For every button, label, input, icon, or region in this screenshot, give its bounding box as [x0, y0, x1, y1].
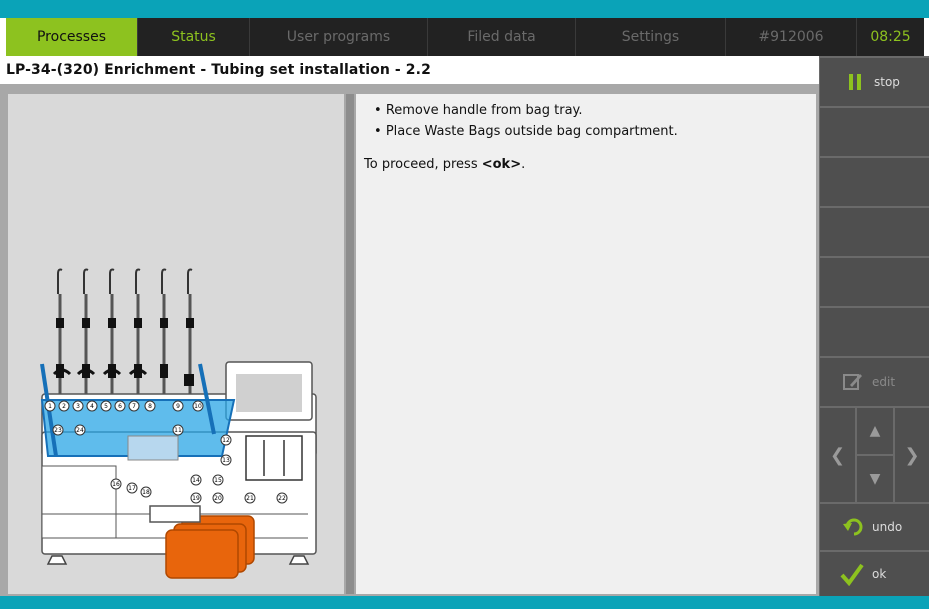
undo-icon	[843, 518, 863, 536]
bottom-accent-bar	[0, 596, 929, 609]
pole-shafts	[58, 294, 192, 394]
port-label: 9	[176, 403, 180, 410]
edit-button[interactable]: edit	[820, 358, 929, 406]
waste-bags	[165, 515, 255, 579]
page-header: LP-34-(320) Enrichment - Tubing set inst…	[0, 56, 819, 84]
tab-settings[interactable]: Settings	[576, 18, 726, 56]
port-label: 5	[104, 403, 108, 410]
tab-user-programs[interactable]: User programs	[250, 18, 428, 56]
tab-status[interactable]: Status	[138, 18, 250, 56]
instruction-text: • Remove handle from bag tray. • Place W…	[364, 100, 804, 175]
left-arrow-button[interactable]: ❮	[820, 408, 855, 502]
header-divider	[0, 84, 819, 94]
port-label: 4	[90, 403, 94, 410]
port-label: 23	[54, 427, 62, 434]
pane-divider	[346, 94, 354, 594]
instruction-pane: • Remove handle from bag tray. • Place W…	[356, 94, 816, 594]
instrument-display-screen	[236, 374, 302, 412]
tab-filed-data[interactable]: Filed data	[428, 18, 576, 56]
sidebar-empty-slot-3	[820, 208, 929, 256]
port-label: 6	[118, 403, 122, 410]
undo-button[interactable]: undo	[820, 504, 929, 550]
sidebar-empty-slot-5	[820, 308, 929, 356]
instruction-item: • Place Waste Bags outside bag compartme…	[374, 124, 678, 139]
bag-handle	[149, 505, 201, 523]
page-title: LP-34-(320) Enrichment - Tubing set inst…	[6, 62, 431, 78]
port-label: 1	[48, 403, 52, 410]
instruction-item: • Remove handle from bag tray.	[374, 103, 583, 118]
port-label: 12	[222, 437, 230, 444]
port-label: 24	[76, 427, 84, 434]
port-label: 10	[194, 403, 202, 410]
chevron-left-icon: ❮	[829, 444, 846, 466]
port-label: 16	[112, 481, 120, 488]
port-label: 19	[192, 495, 200, 502]
port-label: 13	[222, 457, 230, 464]
chevron-right-icon: ❯	[904, 444, 920, 466]
port-label: 8	[148, 403, 152, 410]
down-arrow-button[interactable]: ▼	[857, 456, 893, 502]
ok-button[interactable]: ok	[820, 552, 929, 596]
hanger-poles	[57, 268, 193, 294]
proceed-hint: To proceed, press <ok>.	[364, 157, 526, 172]
chevron-down-icon: ▼	[869, 471, 881, 487]
edit-icon	[843, 374, 862, 390]
port-label: 2	[62, 403, 66, 410]
sidebar-empty-slot-4	[820, 258, 929, 306]
top-accent-bar	[0, 0, 929, 18]
port-label: 15	[214, 477, 222, 484]
port-label: 18	[142, 489, 150, 496]
sidebar-empty-slot-2	[820, 158, 929, 206]
up-arrow-button[interactable]: ▲	[857, 408, 893, 454]
port-label: 11	[174, 427, 182, 434]
instrument-illustration-pane: 1 2 3 4 5 6 7 8 9 10 11 12 13 14 15 16 17 18 19 20 21 22 23 24	[8, 94, 344, 594]
tab-processes[interactable]: Processes	[6, 18, 138, 56]
right-arrow-button[interactable]: ❯	[895, 408, 929, 502]
action-sidebar: stop edit ❮ ▲ ▼ ❯ undo ok	[819, 56, 929, 596]
port-label: 22	[278, 495, 286, 502]
chevron-up-icon: ▲	[869, 423, 881, 439]
port-label: 20	[214, 495, 222, 502]
pole-clamps	[56, 318, 194, 386]
left-panel	[41, 465, 117, 539]
port-label: 17	[128, 485, 136, 492]
clock: 08:25	[857, 18, 924, 56]
pause-icon	[849, 74, 861, 90]
port-label: 14	[192, 477, 200, 484]
port-label: 3	[76, 403, 80, 410]
checkmark-icon	[840, 563, 864, 586]
pump-module	[245, 435, 303, 481]
sidebar-empty-slot-1	[820, 108, 929, 156]
tubing-hooks	[52, 368, 148, 376]
port-label: 7	[132, 403, 136, 410]
main-content: 1 2 3 4 5 6 7 8 9 10 11 12 13 14 15 16 17 18 19 20 21 22 23 24 …	[0, 94, 819, 596]
instrument-illustration: 1 2 3 4 5 6 7 8 9 1011121314 1516171819 20 21 2223 24	[40, 268, 317, 579]
main-tab-bar: Processes Status User programs Filed dat…	[6, 18, 924, 56]
port-label: 21	[246, 495, 254, 502]
stop-button[interactable]: stop	[820, 58, 929, 106]
device-id: #912006	[726, 18, 857, 56]
